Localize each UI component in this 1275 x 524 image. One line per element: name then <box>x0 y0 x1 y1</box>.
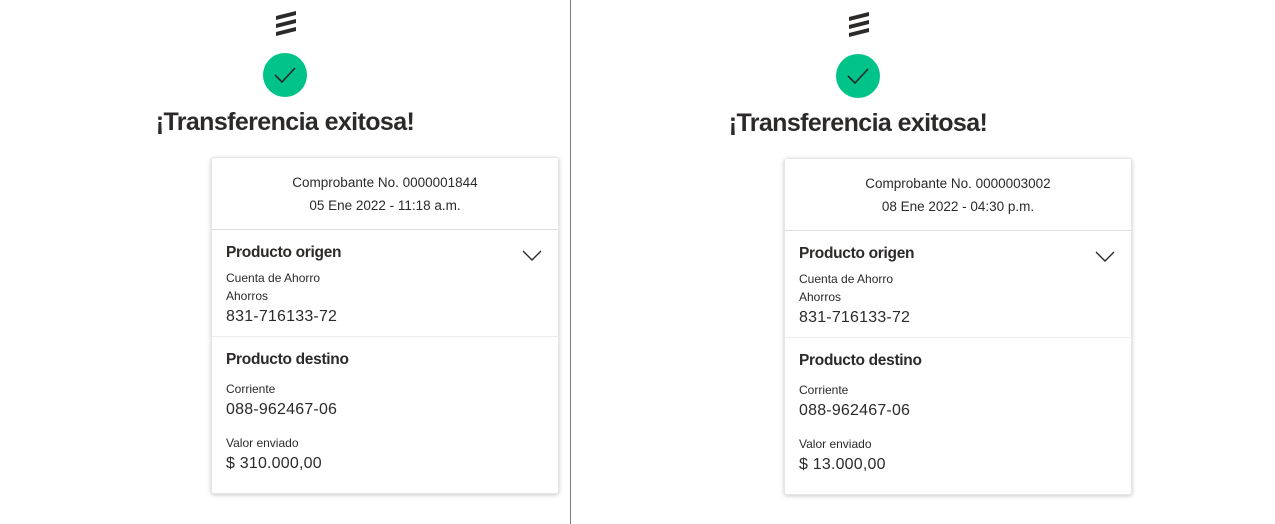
receipt-panel-2: ¡Transferencia exitosa! Comprobante No. … <box>573 0 1143 524</box>
origin-account-type: Cuenta de Ahorro <box>226 271 321 285</box>
origin-section[interactable]: Producto origen Cuenta de Ahorro Ahorros… <box>785 231 1131 338</box>
amount-value: $ 310.000,00 <box>226 455 322 472</box>
receipt-card: Comprobante No. 0000001844 05 Ene 2022 -… <box>211 157 559 494</box>
amount-value: $ 13.000,00 <box>799 456 886 473</box>
success-badge <box>836 54 880 98</box>
check-icon <box>847 68 869 85</box>
destination-account-number: 088-962467-06 <box>799 402 911 419</box>
destination-heading: Producto destino <box>226 351 349 368</box>
amount-label: Valor enviado <box>799 437 872 451</box>
destination-account-type: Corriente <box>226 382 276 396</box>
origin-account-number: 831-716133-72 <box>799 309 911 326</box>
origin-heading: Producto origen <box>799 245 915 262</box>
origin-account-number: 831-716133-72 <box>226 308 338 325</box>
receipt-datetime: 05 Ene 2022 - 11:18 a.m. <box>309 198 461 213</box>
bank-logo-icon <box>849 12 869 37</box>
check-icon <box>274 67 296 84</box>
panel-divider <box>570 0 571 524</box>
receipt-datetime: 08 Ene 2022 - 04:30 p.m. <box>881 199 1035 214</box>
page-title: ¡Transferencia exitosa! <box>155 108 415 136</box>
receipt-panel-1: ¡Transferencia exitosa! Comprobante No. … <box>0 0 570 524</box>
receipt-header: Comprobante No. 0000003002 08 Ene 2022 -… <box>785 159 1131 231</box>
receipt-card: Comprobante No. 0000003002 08 Ene 2022 -… <box>784 158 1132 495</box>
destination-section: Producto destino Corriente 088-962467-06… <box>785 338 1131 474</box>
destination-account-number: 088-962467-06 <box>226 401 338 418</box>
chevron-down-icon[interactable] <box>522 250 542 262</box>
destination-account-type: Corriente <box>799 383 849 397</box>
success-badge <box>263 53 307 97</box>
chevron-down-icon[interactable] <box>1095 251 1115 263</box>
receipt-number: Comprobante No. 0000003002 <box>865 176 1051 191</box>
origin-account-subtype: Ahorros <box>226 289 269 303</box>
receipt-number: Comprobante No. 0000001844 <box>292 175 478 190</box>
page-title: ¡Transferencia exitosa! <box>728 109 988 137</box>
bank-logo-icon <box>276 11 296 36</box>
destination-section: Producto destino Corriente 088-962467-06… <box>212 337 558 473</box>
origin-section[interactable]: Producto origen Cuenta de Ahorro Ahorros… <box>212 230 558 337</box>
origin-heading: Producto origen <box>226 244 342 261</box>
destination-heading: Producto destino <box>799 352 922 369</box>
origin-account-type: Cuenta de Ahorro <box>799 272 894 286</box>
amount-label: Valor enviado <box>226 436 299 450</box>
receipt-header: Comprobante No. 0000001844 05 Ene 2022 -… <box>212 158 558 230</box>
origin-account-subtype: Ahorros <box>799 290 842 304</box>
